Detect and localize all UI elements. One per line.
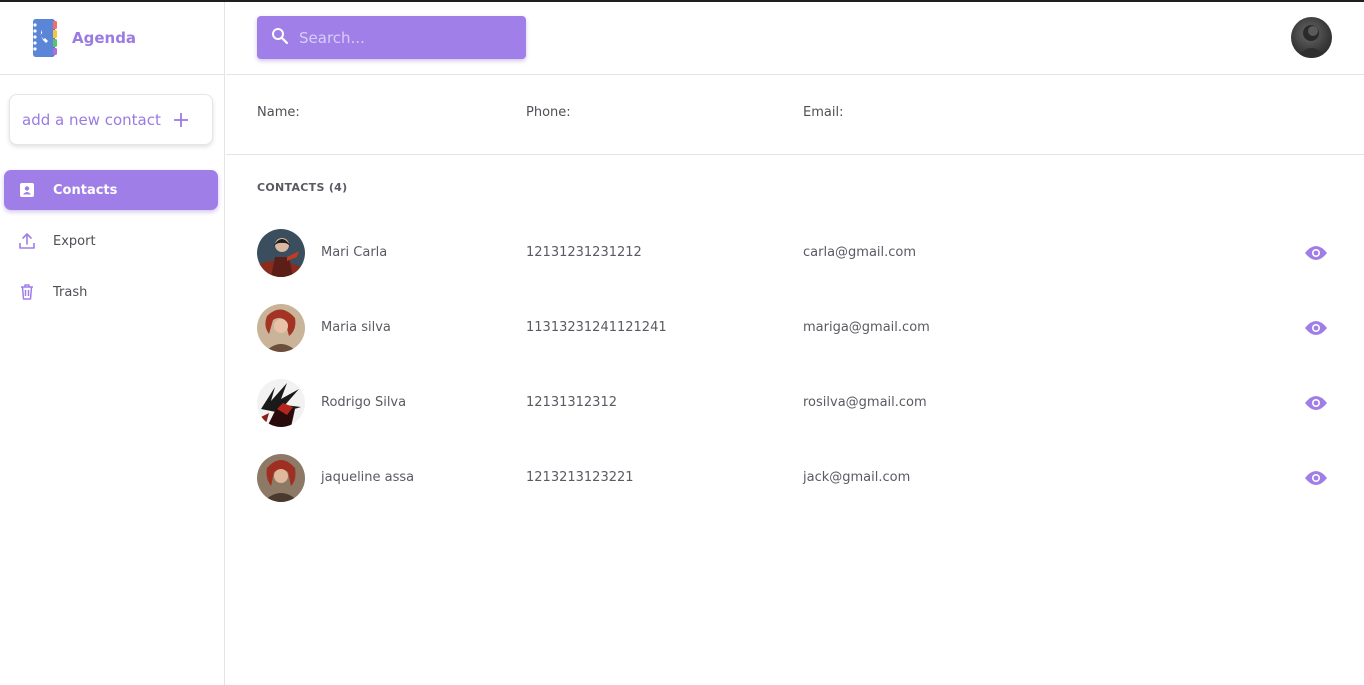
upload-icon [18,232,36,250]
eye-icon[interactable] [1303,315,1329,341]
contact-card-icon [18,181,36,199]
contact-avatar [257,379,305,427]
search-icon [271,27,289,49]
column-header-name[interactable]: Name: [257,105,300,120]
brand[interactable]: Agenda [0,2,224,75]
contact-book-icon [29,18,61,58]
sidebar-item-export[interactable]: Export [4,221,218,261]
app-name: Agenda [72,29,137,47]
eye-icon[interactable] [1303,240,1329,266]
contact-row[interactable]: jaqueline assa 1213213123221 jack@gmail.… [226,441,1364,516]
contact-phone: 12131231231212 [526,245,642,260]
column-header-phone[interactable]: Phone: [526,105,571,120]
sidebar-item-label: Export [53,233,96,249]
contact-phone: 11313231241121241 [526,320,667,335]
column-headers: Name: Phone: Email: [226,75,1364,155]
sidebar-item-contacts[interactable]: Contacts [4,170,218,210]
user-avatar[interactable] [1291,17,1332,58]
contact-email: jack@gmail.com [803,470,911,485]
contact-avatar [257,454,305,502]
sidebar-nav: Contacts Export Trash [4,170,218,323]
column-header-email[interactable]: Email: [803,105,843,120]
contact-email: rosilva@gmail.com [803,395,927,410]
search-input[interactable] [299,28,509,47]
contact-row[interactable]: Maria silva 11313231241121241 mariga@gma… [226,291,1364,366]
contact-avatar [257,229,305,277]
sidebar-item-label: Contacts [53,182,118,198]
sidebar-item-trash[interactable]: Trash [4,272,218,312]
contact-name: Rodrigo Silva [321,395,407,410]
search-box[interactable] [257,16,526,59]
contact-phone: 1213213123221 [526,470,634,485]
contact-name: Maria silva [321,320,391,335]
contact-phone: 12131312312 [526,395,617,410]
sidebar: Agenda add a new contact Contacts Export… [0,2,225,685]
add-contact-label: add a new contact [22,110,161,129]
eye-icon[interactable] [1303,390,1329,416]
contact-avatar [257,304,305,352]
top-bar [226,2,1364,75]
contact-email: carla@gmail.com [803,245,917,260]
contact-name: jaqueline assa [321,470,415,485]
contact-name: Mari Carla [321,245,388,260]
contact-row[interactable]: Mari Carla 12131231231212 carla@gmail.co… [226,216,1364,291]
sidebar-item-label: Trash [53,284,88,300]
eye-icon[interactable] [1303,465,1329,491]
contacts-count-heading: CONTACTS (4) [257,181,348,194]
trash-icon [18,283,36,301]
contact-email: mariga@gmail.com [803,320,930,335]
plus-icon [173,112,189,128]
add-contact-button[interactable]: add a new contact [9,94,213,145]
contact-row[interactable]: Rodrigo Silva 12131312312 rosilva@gmail.… [226,366,1364,441]
